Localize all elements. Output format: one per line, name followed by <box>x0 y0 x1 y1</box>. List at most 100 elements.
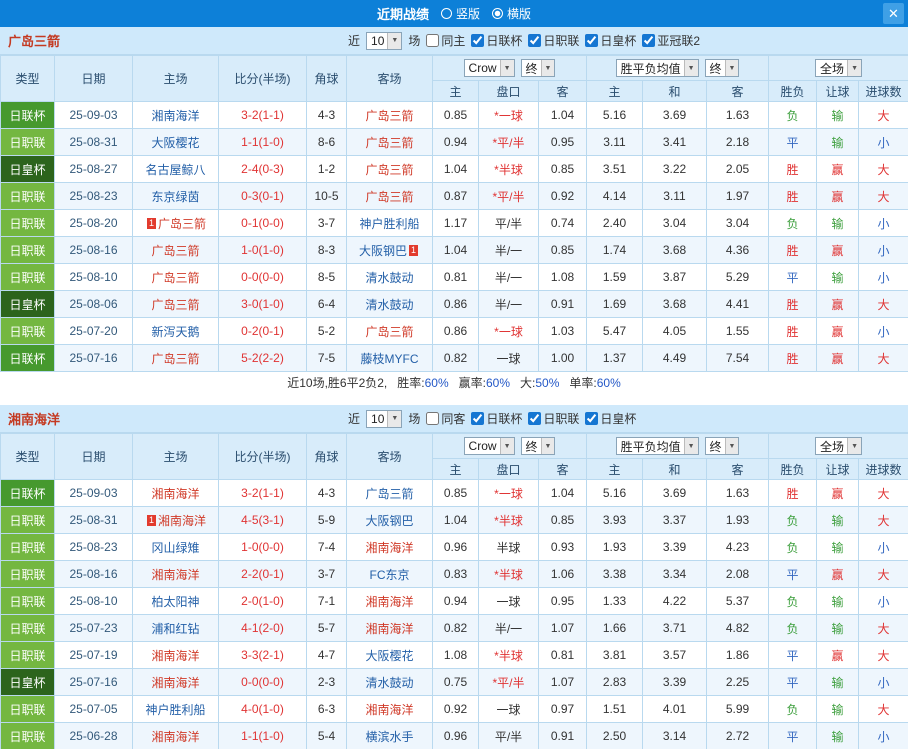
summary-stat: 单率:60% <box>569 376 621 390</box>
team-label: 广岛三箭 <box>151 270 200 285</box>
home-team: 1 湘南海洋 <box>132 506 219 534</box>
avg-home-odds: 1.59 <box>586 263 643 291</box>
league-type-badge: 日职联 <box>0 533 55 561</box>
corners: 8-6 <box>306 128 347 156</box>
league-checkbox-input[interactable] <box>585 412 599 425</box>
league-checkbox-label: 日联杯 <box>486 34 523 48</box>
avg-odds-select[interactable]: 胜平负均值 ▼ <box>615 59 699 77</box>
league-checkbox-input[interactable] <box>528 34 542 47</box>
chevron-down-icon: ▼ <box>540 60 555 76</box>
sub-column-header: 进球数 <box>858 80 908 102</box>
close-button[interactable]: ✕ <box>883 3 904 24</box>
result-handicap: 赢 <box>816 236 860 264</box>
ah-home-odds: 0.87 <box>432 182 479 210</box>
corners: 10-5 <box>306 182 347 210</box>
result-wdl: 胜 <box>768 290 818 318</box>
ah-handicap-line: *半球 <box>478 155 539 183</box>
result-handicap: 赢 <box>816 182 860 210</box>
ah-handicap-line: *一球 <box>478 317 539 345</box>
away-team: 湘南海洋 <box>346 695 433 723</box>
league-checkbox[interactable]: 亚冠联2 <box>642 32 700 49</box>
avg-home-odds: 3.11 <box>586 128 643 156</box>
league-checkbox-input[interactable] <box>642 34 656 47</box>
same-venue-checkbox-input[interactable] <box>426 412 440 425</box>
column-header: 日期 <box>54 55 133 102</box>
near-label: 近 <box>348 34 361 48</box>
team-label: 湘南海洋 <box>151 648 200 663</box>
league-checkbox-label: 日职联 <box>543 412 580 426</box>
home-team: 大阪樱花 <box>132 128 219 156</box>
layout-radio-horizontal[interactable]: 横版 <box>492 5 531 22</box>
league-checkbox[interactable]: 日联杯 <box>471 410 522 427</box>
away-team: 大阪钢巴 <box>346 506 433 534</box>
layout-radio-vertical[interactable]: 竖版 <box>440 5 480 22</box>
ah-away-odds: 1.04 <box>538 479 587 507</box>
league-checkbox[interactable]: 日皇杯 <box>585 32 636 49</box>
league-checkbox-label: 日皇杯 <box>600 34 637 48</box>
same-venue-checkbox[interactable]: 同客 <box>426 410 465 427</box>
ah-home-odds: 0.96 <box>432 722 479 749</box>
avg-time-select[interactable]: 终 ▼ <box>704 59 740 77</box>
ah-handicap-line: *一球 <box>478 101 539 129</box>
league-type-badge: 日皇杯 <box>0 290 55 318</box>
score: 2-0(1-0) <box>218 587 307 615</box>
ah-handicap-line: 平/半 <box>478 209 539 237</box>
score: 1-1(1-0) <box>218 722 307 749</box>
match-count-select[interactable]: 10 ▼ <box>366 31 403 50</box>
avg-home-odds: 1.37 <box>586 344 643 372</box>
home-team: 广岛三箭 <box>132 236 219 264</box>
league-type-badge: 日联杯 <box>0 479 55 507</box>
league-type-badge: 日皇杯 <box>0 668 55 696</box>
ah-away-odds: 1.03 <box>538 317 587 345</box>
league-checkbox-input[interactable] <box>585 34 599 47</box>
column-header: 主场 <box>132 55 219 102</box>
summary-line: 近10场,胜6平2负2, 胜率:60% 赢率:60% 大:50% 单率:60% <box>0 372 908 395</box>
avg-draw-odds: 4.05 <box>642 317 707 345</box>
league-checkbox[interactable]: 日皇杯 <box>585 410 636 427</box>
avg-time-select[interactable]: 终 ▼ <box>704 437 740 455</box>
ah-away-odds: 1.06 <box>538 560 587 588</box>
score: 3-0(1-0) <box>218 290 307 318</box>
result-wdl: 负 <box>768 695 818 723</box>
result-handicap: 输 <box>816 209 860 237</box>
corners: 3-7 <box>306 560 347 588</box>
home-team: 名古屋鲸八 <box>132 155 219 183</box>
title-bar: 近期战绩 竖版 横版 ✕ <box>0 0 908 27</box>
odds-time-select[interactable]: 终 ▼ <box>520 59 556 77</box>
same-venue-checkbox[interactable]: 同主 <box>426 32 465 49</box>
result-handicap: 赢 <box>816 344 860 372</box>
team-label: 广岛三箭 <box>365 486 414 501</box>
layout-radio-vertical-label: 竖版 <box>455 7 480 21</box>
ah-away-odds: 0.81 <box>538 641 587 669</box>
avg-away-odds: 2.18 <box>705 128 770 156</box>
league-checkbox-input[interactable] <box>528 412 542 425</box>
sub-column-header: 客 <box>538 80 587 102</box>
match-count-select[interactable]: 10 ▼ <box>366 409 403 428</box>
league-checkbox-input[interactable] <box>471 412 485 425</box>
league-checkbox[interactable]: 日职联 <box>528 32 579 49</box>
scope-select[interactable]: 全场 ▼ <box>815 437 862 455</box>
result-goals: 小 <box>858 236 908 264</box>
bookmaker-select[interactable]: Crow ▼ <box>463 59 515 77</box>
same-venue-checkbox-input[interactable] <box>426 34 440 47</box>
match-date: 25-08-06 <box>54 290 133 318</box>
odds-time-select[interactable]: 终 ▼ <box>520 437 556 455</box>
ah-handicap-line: *一球 <box>478 479 539 507</box>
avg-home-odds: 3.93 <box>586 506 643 534</box>
scope-select[interactable]: 全场 ▼ <box>815 59 862 77</box>
score: 0-0(0-0) <box>218 668 307 696</box>
avg-odds-select[interactable]: 胜平负均值 ▼ <box>615 437 699 455</box>
bookmaker-select[interactable]: Crow ▼ <box>463 437 515 455</box>
avg-home-odds: 5.47 <box>586 317 643 345</box>
result-wdl: 胜 <box>768 479 818 507</box>
sections-container: 广岛三箭 近 10 ▼ 场 同主 日联杯 日职联 日皇杯 亚冠联2 类型 日期 主场 比分(半… <box>0 27 908 749</box>
match-row: 日皇杯 25-08-06 广岛三箭 3-0(1-0) 6-4 清水鼓动 0.86… <box>0 290 908 318</box>
away-team: 清水鼓动 <box>346 263 433 291</box>
league-checkbox[interactable]: 日职联 <box>528 410 579 427</box>
result-handicap: 赢 <box>816 560 860 588</box>
league-checkbox-input[interactable] <box>471 34 485 47</box>
match-row: 日职联 25-07-20 新泻天鹅 0-2(0-1) 5-2 广岛三箭 0.86… <box>0 317 908 345</box>
chevron-down-icon: ▼ <box>683 60 698 76</box>
league-checkbox[interactable]: 日联杯 <box>471 32 522 49</box>
summary-stat: 胜率:60% <box>397 376 449 390</box>
